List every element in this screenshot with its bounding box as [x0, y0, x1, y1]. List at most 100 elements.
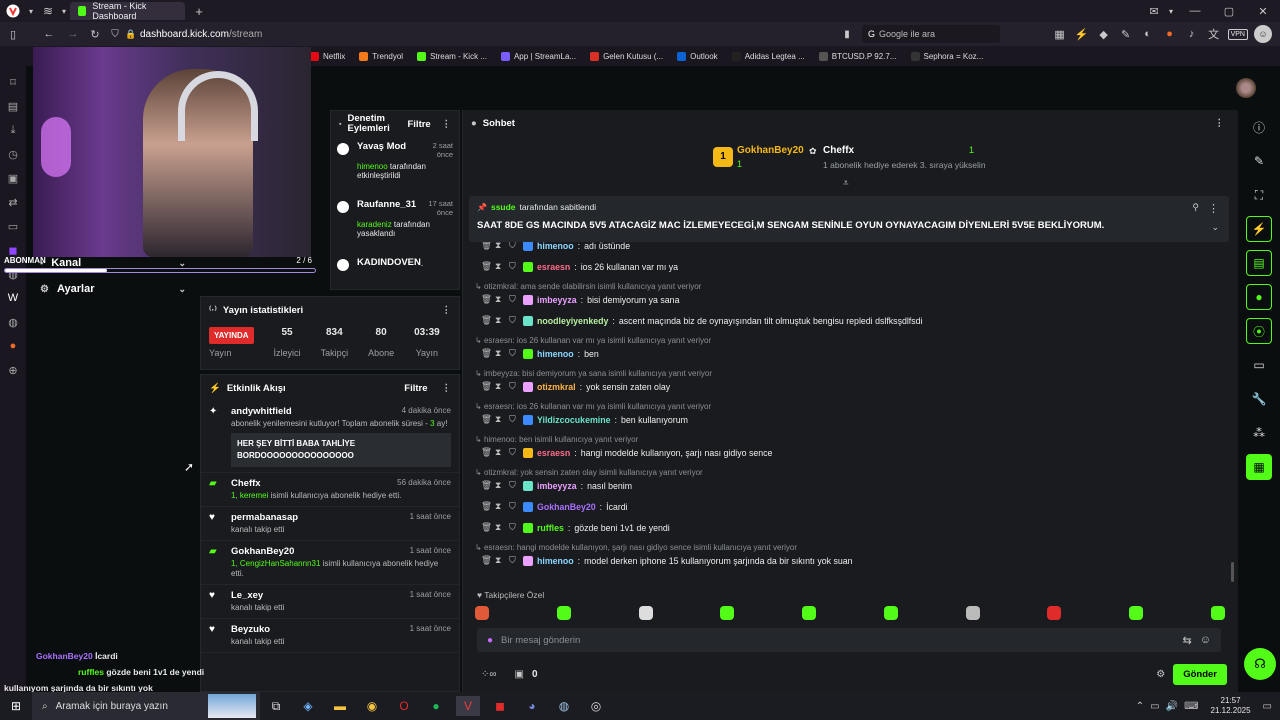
whatsapp-icon[interactable]: W — [0, 286, 26, 310]
ban-icon[interactable]: ⛉ — [509, 480, 519, 491]
chat-message[interactable]: 🗑 ⧗ ⛉ himenoo: adı üstünde — [481, 242, 630, 251]
tab-stream-kick[interactable]: Stream - Kick Dashboard — [70, 1, 185, 21]
delete-icon[interactable]: 🗑 — [481, 501, 492, 512]
extension-icon[interactable]: ◆ — [1096, 28, 1112, 41]
reply-context[interactable]: ↳ imbeyyza: bisi demiyorum ya sana isiml… — [475, 369, 712, 378]
timeout-icon[interactable]: ⧗ — [495, 555, 505, 566]
emote-icon[interactable] — [965, 606, 980, 620]
more-icon[interactable]: ⋮ — [442, 119, 452, 130]
fox-icon[interactable]: ● — [1162, 28, 1178, 40]
chat-message[interactable]: 🗑 ⧗ ⛉ imbeyyza: nasıl benim — [481, 480, 632, 491]
chevron-down-icon[interactable]: ▾ — [24, 7, 38, 16]
chat-username[interactable]: ruffles — [537, 523, 564, 533]
delete-icon[interactable]: 🗑 — [481, 414, 492, 425]
bolt-icon[interactable]: ⚡ — [1246, 216, 1272, 242]
mod-action-item[interactable]: Raufanne_31 17 saat önce karadeniz tarafın… — [331, 195, 459, 253]
mod-action-user[interactable]: karadeniz — [357, 220, 392, 229]
activity-item[interactable]: ✦ andywhitfield 4 dakika önce abonelik yeni… — [201, 401, 459, 473]
chevron-down-icon[interactable]: ⌄ — [1211, 222, 1219, 233]
vivaldi-icon[interactable]: V — [456, 696, 480, 716]
vivaldi-menu-icon[interactable] — [2, 0, 24, 22]
emote-icon[interactable] — [475, 606, 489, 620]
activity-name[interactable]: Le_xey — [231, 590, 263, 601]
chat-message[interactable]: 🗑 ⧗ ⛉ otizmkral: yok sensin zaten olay — [481, 381, 670, 392]
notes-icon[interactable]: ▣ — [0, 166, 26, 190]
bookmark-item[interactable]: Adidas Legtea ... — [731, 51, 805, 61]
mod-action-item[interactable]: Yavaş Mod 2 saat önce himenoo tarafından e… — [331, 137, 459, 195]
chat-message[interactable]: 🗑 ⧗ ⛉ noodleyiyenkedy: ascent maçında biz de… — [481, 315, 923, 326]
new-tab-icon[interactable]: + — [189, 4, 209, 19]
chevron-down-icon[interactable]: ▾ — [1164, 7, 1178, 16]
nav-item-settings[interactable]: ⚙ Ayarlar ⌄ — [26, 276, 200, 302]
file-explorer-icon[interactable]: ▬ — [328, 696, 352, 716]
ban-icon[interactable]: ⛉ — [509, 381, 519, 392]
timeout-icon[interactable]: ⧗ — [495, 447, 505, 458]
bookmark-item[interactable]: Trendyol — [359, 51, 403, 61]
activity-item[interactable]: ♥ Le_xey 1 saat önce kanalı takip etti — [201, 585, 459, 619]
leader-name[interactable]: GokhanBey20 — [737, 145, 804, 156]
delete-icon[interactable]: 🗑 — [481, 242, 492, 251]
tab-stack-icon[interactable]: ≋ — [38, 4, 58, 18]
timeout-icon[interactable]: ⧗ — [495, 242, 505, 251]
chat-username[interactable]: himenoo — [537, 556, 574, 566]
filter-button[interactable]: Filtre — [404, 383, 427, 394]
chest-icon[interactable]: ▣ — [515, 669, 524, 680]
ban-icon[interactable]: ⛉ — [509, 501, 519, 512]
panel-toggle-icon[interactable]: ▯ — [0, 28, 26, 41]
volume-icon[interactable]: 🔊 — [1166, 701, 1178, 712]
emote-icon[interactable] — [1129, 606, 1144, 620]
calculator-icon[interactable]: ▦ — [1052, 28, 1068, 41]
delete-icon[interactable]: 🗑 — [481, 261, 492, 272]
translate-icon[interactable]: 文 — [1206, 26, 1222, 42]
minimize-icon[interactable]: — — [1178, 5, 1212, 17]
network-icon[interactable]: ▭ — [1150, 701, 1159, 712]
timeout-icon[interactable]: ⧗ — [495, 501, 505, 512]
activity-name[interactable]: Cheffx — [231, 478, 261, 489]
chat-username[interactable]: otizmkral — [537, 382, 576, 392]
taskbar-search[interactable]: ⌕ Aramak için buraya yazın — [32, 692, 260, 720]
chrome-icon[interactable]: ◉ — [360, 696, 384, 716]
delete-icon[interactable]: 🗑 — [481, 447, 492, 458]
timeout-icon[interactable]: ⧗ — [495, 261, 505, 272]
activity-item[interactable]: ♥ permabanasap 1 saat önce kanalı takip ett… — [201, 507, 459, 541]
bookmark-item[interactable]: Netflix — [310, 51, 345, 61]
opera-icon[interactable]: O — [392, 696, 416, 716]
activity-name[interactable]: GokhanBey20 — [231, 546, 294, 557]
delete-icon[interactable]: 🗑 — [481, 480, 492, 491]
shield-icon[interactable]: ⛉ — [106, 29, 124, 40]
activity-name[interactable]: Beyzuko — [231, 624, 270, 635]
activity-item[interactable]: ▰ Cheffx 56 dakika önce 1, keremei isimli k… — [201, 473, 459, 507]
bookmark-icon[interactable]: ▮ — [838, 29, 856, 40]
emote-icon[interactable] — [802, 606, 817, 620]
broadcast-icon[interactable]: ⦿ — [1246, 318, 1272, 344]
timeout-icon[interactable]: ⧗ — [495, 381, 505, 392]
activity-item[interactable]: ♥ Beyzuko 1 saat önce kanalı takip etti — [201, 619, 459, 653]
channel-points-icon[interactable]: ⁘∞ — [481, 669, 497, 680]
timeout-icon[interactable]: ⧗ — [495, 480, 505, 491]
more-icon[interactable]: ⋮ — [442, 383, 452, 394]
ban-icon[interactable]: ⛉ — [509, 522, 519, 533]
support-icon[interactable]: ☊ — [1244, 648, 1276, 680]
activity-name[interactable]: andywhitfield — [231, 406, 292, 417]
bookmark-item[interactable]: App | StreamLa... — [500, 51, 576, 61]
bookmark-item[interactable]: Outlook — [677, 51, 718, 61]
sound-icon[interactable]: ♪ — [1184, 28, 1200, 40]
chat-username[interactable]: noodleyiyenkedy — [537, 316, 608, 326]
reply-context[interactable]: ↳ esraesn: hangi modelde kullanıyon, şar… — [475, 543, 797, 552]
user-icon[interactable]: ☺ — [1254, 25, 1272, 43]
chat-username[interactable]: imbeyyza — [537, 481, 577, 491]
chat-username[interactable]: esraesn — [537, 448, 570, 458]
windows-start-icon[interactable]: ⊞ — [4, 696, 28, 716]
emote-icon[interactable] — [1047, 606, 1062, 620]
delete-icon[interactable]: 🗑 — [481, 294, 492, 305]
chat-message[interactable]: 🗑 ⧗ ⛉ esraesn: ios 26 kullanan var mı ya — [481, 261, 678, 272]
reply-context[interactable]: ↳ otizmkral: ama sende olabilirsin isiml… — [475, 282, 701, 291]
mail-icon[interactable]: ✉ — [1144, 5, 1164, 18]
ban-icon[interactable]: ⛉ — [509, 414, 519, 425]
vpn-icon[interactable]: VPN — [1227, 28, 1248, 40]
more-icon[interactable]: ⋮ — [1208, 202, 1219, 215]
timeout-icon[interactable]: ⧗ — [495, 414, 505, 425]
timeout-icon[interactable]: ⧗ — [495, 348, 505, 359]
delete-icon[interactable]: 🗑 — [481, 555, 492, 566]
chat-username[interactable]: imbeyyza — [537, 295, 577, 305]
